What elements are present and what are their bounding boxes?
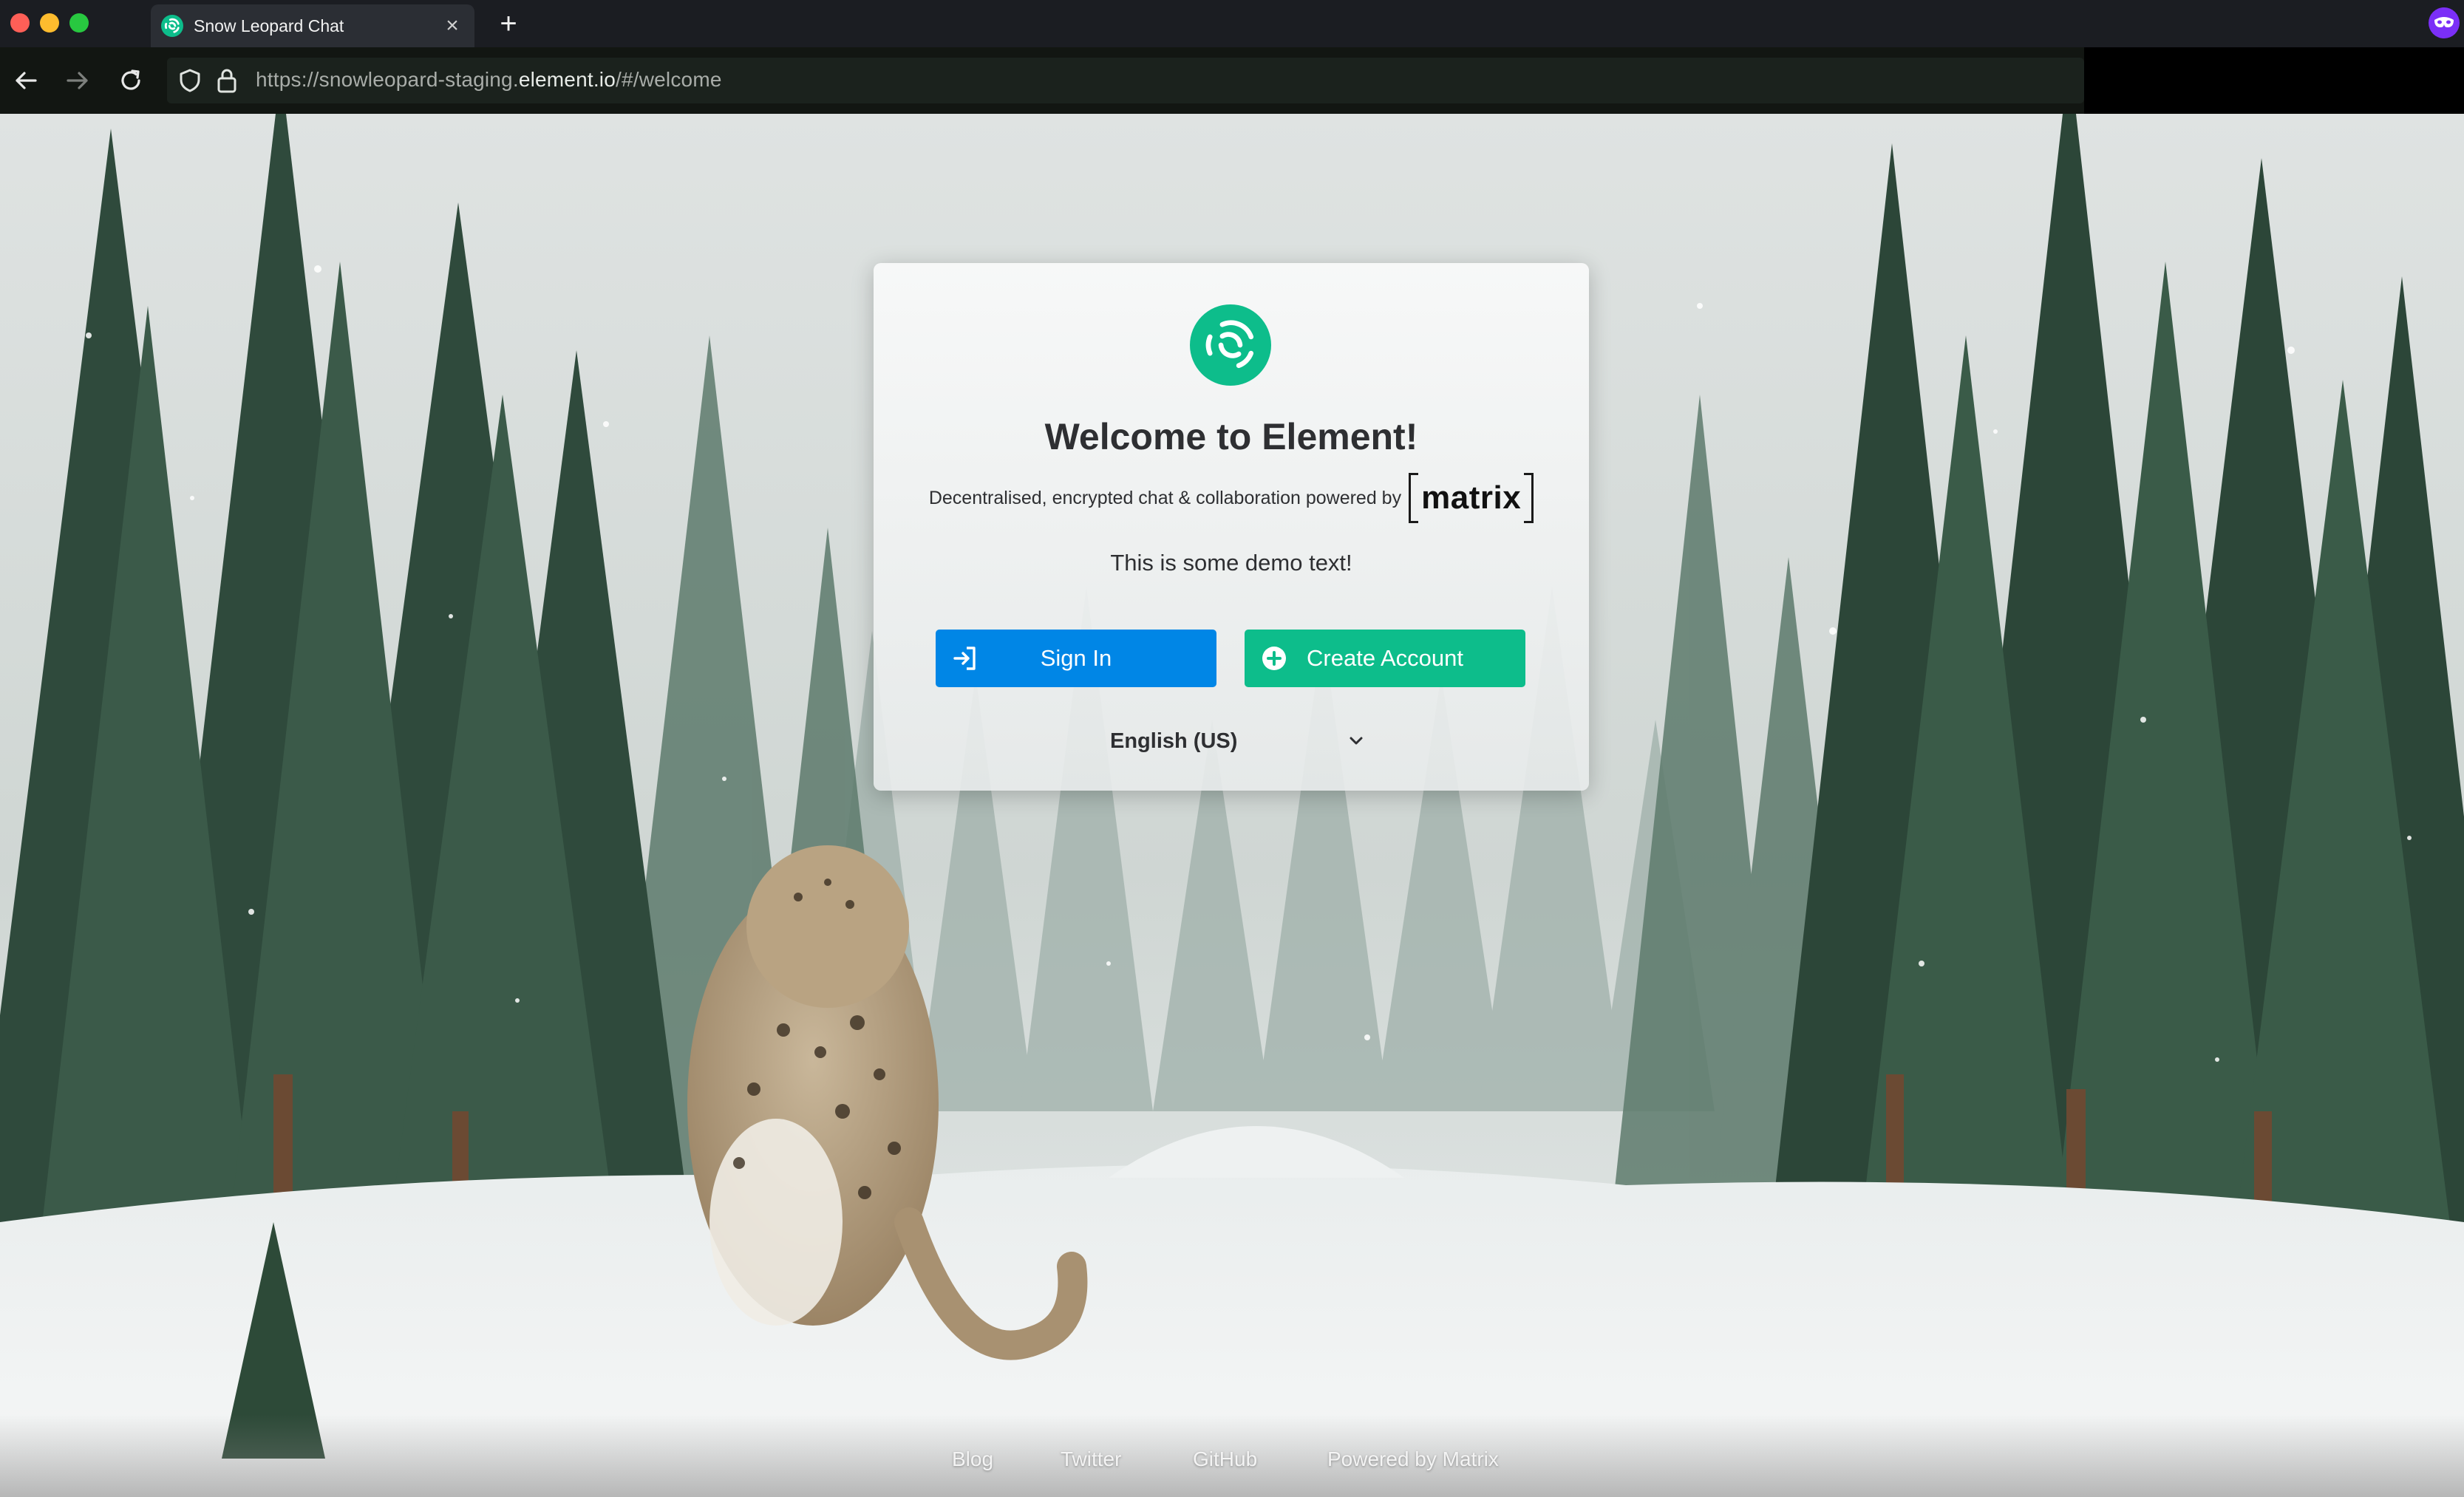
element-logo-icon	[1190, 304, 1271, 386]
create-account-button[interactable]: Create Account	[1245, 630, 1525, 687]
matrix-logo[interactable]: matrix	[1409, 473, 1534, 523]
language-selected-value: English (US)	[1110, 729, 1238, 753]
browser-tab-bar: Snow Leopard Chat × +	[0, 0, 2464, 47]
welcome-card: Welcome to Element! Decentralised, encry…	[874, 263, 1589, 791]
maximize-window-button[interactable]	[69, 13, 89, 33]
matrix-wordmark: matrix	[1421, 480, 1522, 516]
page-viewport: Welcome to Element! Decentralised, encry…	[0, 114, 2464, 1497]
lock-icon[interactable]	[216, 67, 238, 94]
chevron-down-icon	[1350, 737, 1363, 745]
private-browsing-icon[interactable]	[2429, 7, 2460, 38]
tagline-row: Decentralised, encrypted chat & collabor…	[874, 470, 1589, 526]
close-window-button[interactable]	[10, 13, 30, 33]
tagline-text: Decentralised, encrypted chat & collabor…	[928, 487, 1402, 508]
welcome-title: Welcome to Element!	[1044, 416, 1418, 457]
element-favicon-icon	[161, 15, 183, 37]
footer-link-blog[interactable]: Blog	[952, 1447, 993, 1471]
url-text[interactable]: https://snowleopard-staging.element.io/#…	[256, 68, 722, 92]
close-tab-icon[interactable]: ×	[438, 15, 467, 37]
new-tab-button[interactable]: +	[494, 7, 523, 40]
browser-tab-active[interactable]: Snow Leopard Chat ×	[151, 4, 474, 47]
plus-circle-icon	[1262, 647, 1286, 670]
back-arrow-icon[interactable]	[9, 64, 43, 98]
address-bar[interactable]: https://snowleopard-staging.element.io/#…	[167, 58, 2084, 103]
sign-in-label: Sign In	[1040, 645, 1112, 671]
create-account-label: Create Account	[1307, 645, 1463, 671]
footer-link-github[interactable]: GitHub	[1193, 1447, 1257, 1471]
minimize-window-button[interactable]	[40, 13, 59, 33]
reload-icon[interactable]	[114, 64, 148, 98]
demo-text: This is some demo text!	[1110, 550, 1352, 576]
toolbar-blank-area	[2084, 47, 2464, 114]
footer-links: Blog Twitter GitHub Powered by Matrix	[0, 1447, 2464, 1484]
footer-link-powered-by-matrix[interactable]: Powered by Matrix	[1327, 1447, 1499, 1471]
tab-title: Snow Leopard Chat	[194, 16, 344, 35]
sign-in-icon	[953, 647, 976, 670]
tracking-protection-shield-icon[interactable]	[177, 68, 203, 93]
forward-arrow-icon[interactable]	[61, 64, 95, 98]
sign-in-button[interactable]: Sign In	[936, 630, 1216, 687]
footer-link-twitter[interactable]: Twitter	[1061, 1447, 1121, 1471]
browser-nav-bar: https://snowleopard-staging.element.io/#…	[0, 47, 2464, 114]
language-dropdown[interactable]: English (US)	[1095, 723, 1367, 760]
